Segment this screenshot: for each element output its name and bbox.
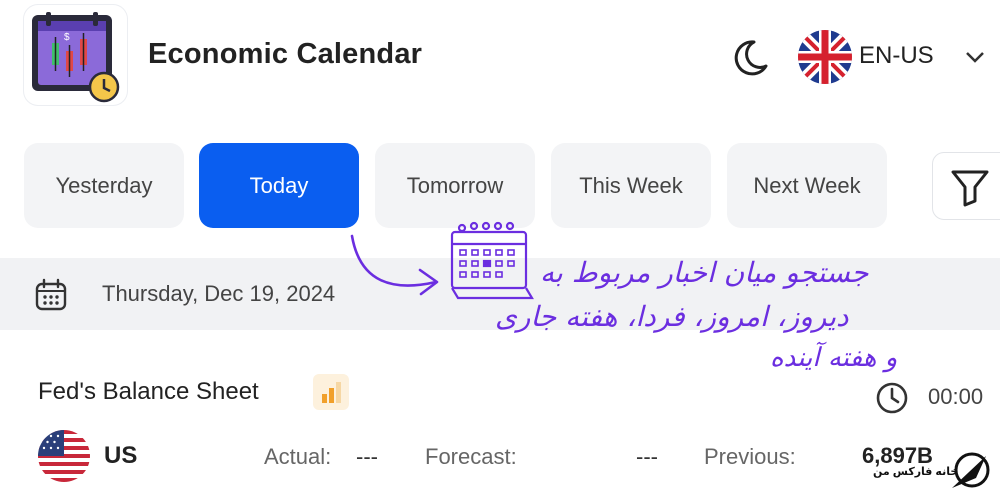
event-title[interactable]: Fed's Balance Sheet bbox=[38, 378, 259, 406]
tab-tomorrow[interactable]: Tomorrow bbox=[375, 143, 535, 228]
clock-icon bbox=[874, 380, 910, 416]
forecast-label: Forecast: bbox=[425, 444, 517, 469]
previous-label: Previous: bbox=[704, 444, 796, 469]
page-title: Economic Calendar bbox=[148, 38, 423, 70]
actual-label: Actual: bbox=[264, 444, 332, 469]
tab-this-week[interactable]: This Week bbox=[551, 143, 711, 228]
actual-value: --- bbox=[356, 444, 378, 469]
chevron-down-icon[interactable] bbox=[962, 44, 988, 70]
uk-flag-icon[interactable] bbox=[798, 30, 852, 84]
calendar-icon[interactable] bbox=[34, 278, 68, 312]
forecast-value: --- bbox=[636, 444, 658, 469]
filter-icon bbox=[951, 170, 989, 207]
importance-icon bbox=[313, 374, 349, 410]
tab-today[interactable]: Today bbox=[199, 143, 359, 228]
tab-yesterday[interactable]: Yesterday bbox=[24, 143, 184, 228]
selected-date: Thursday, Dec 19, 2024 bbox=[102, 281, 336, 306]
moon-icon[interactable] bbox=[728, 36, 772, 80]
event-time: 00:00 bbox=[928, 384, 984, 409]
annotation-arrow bbox=[350, 221, 534, 300]
filter-button[interactable] bbox=[932, 152, 1000, 220]
annotation-line-3: و هفته آینده bbox=[770, 343, 898, 373]
us-flag-icon bbox=[38, 430, 90, 482]
app-logo: $ bbox=[24, 5, 127, 105]
watermark-logo-icon bbox=[946, 448, 994, 496]
tab-next-week[interactable]: Next Week bbox=[727, 143, 887, 228]
language-selector[interactable]: EN-US bbox=[859, 42, 934, 70]
event-country: US bbox=[104, 442, 138, 469]
svg-text:$: $ bbox=[64, 32, 70, 43]
annotation-line-1: جستجو میان اخبار مربوط به bbox=[540, 256, 869, 289]
annotation-line-2: دیروز، امروز، فردا، هفته جاری bbox=[495, 300, 849, 333]
